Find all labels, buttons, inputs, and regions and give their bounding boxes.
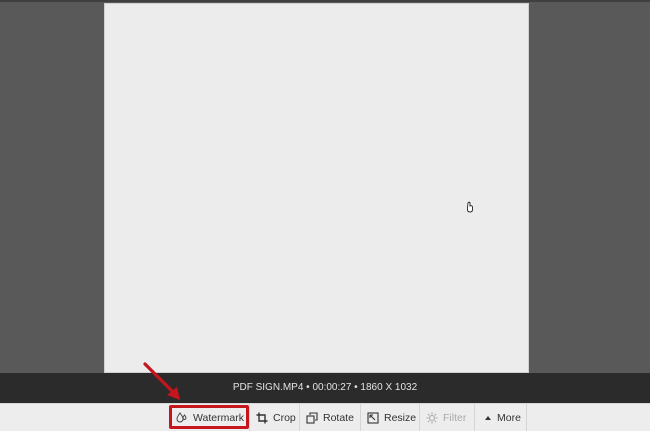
filter-icon — [426, 412, 438, 423]
rotate-button[interactable]: Rotate — [300, 404, 361, 431]
watermark-highlight-box — [169, 405, 249, 429]
caret-up-icon — [485, 415, 491, 420]
rotate-label: Rotate — [323, 411, 354, 424]
crop-label: Crop — [273, 411, 296, 424]
edit-toolbar: Watermark Crop Rotate Resize Filter More — [0, 403, 650, 431]
crop-icon — [256, 412, 268, 423]
more-label: More — [497, 411, 521, 424]
resize-icon — [367, 411, 379, 424]
resize-button[interactable]: Resize — [361, 404, 420, 431]
mouse-cursor-icon — [467, 201, 473, 213]
filter-button[interactable]: Filter — [420, 404, 475, 431]
more-button[interactable]: More — [475, 404, 527, 431]
resize-label: Resize — [384, 411, 417, 424]
media-info-text: PDF SIGN.MP4 • 00:00:27 • 1860 X 1032 — [232, 382, 418, 393]
window-top-strip — [0, 0, 650, 2]
filter-label: Filter — [443, 411, 467, 424]
rotate-icon — [306, 411, 318, 424]
video-preview-canvas[interactable] — [104, 3, 529, 373]
crop-button[interactable]: Crop — [250, 404, 300, 431]
media-info-bar: PDF SIGN.MP4 • 00:00:27 • 1860 X 1032 — [0, 373, 650, 403]
annotation-arrow-icon — [143, 362, 180, 400]
